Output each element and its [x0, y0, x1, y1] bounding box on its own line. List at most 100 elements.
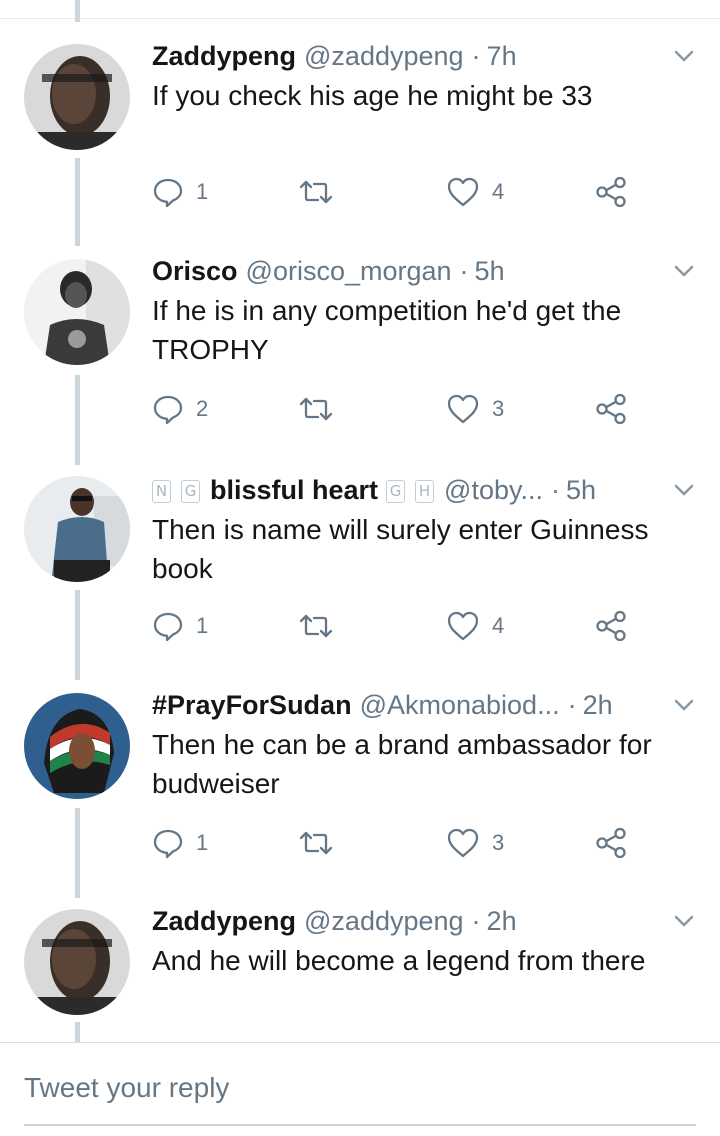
reply-input-placeholder[interactable]: Tweet your reply: [24, 1072, 229, 1104]
retweet-button[interactable]: [298, 823, 334, 863]
reply-count: 1: [196, 613, 209, 638]
retweet-button[interactable]: [298, 606, 334, 646]
avatar-photo: [24, 259, 130, 365]
display-name[interactable]: Zaddypeng: [152, 38, 296, 74]
username[interactable]: @zaddypeng: [304, 38, 464, 74]
reply-input-underline: [24, 1124, 696, 1126]
like-button[interactable]: 4: [446, 172, 504, 212]
share-button[interactable]: [594, 606, 628, 646]
avatar-photo: [24, 693, 130, 799]
display-name[interactable]: blissful heart: [210, 472, 378, 508]
timestamp[interactable]: 5h: [566, 472, 596, 508]
avatar-photo: [24, 44, 130, 150]
reply-button[interactable]: 1: [152, 823, 208, 863]
like-count: 4: [492, 613, 505, 638]
separator-dot: ·: [567, 690, 577, 720]
display-name[interactable]: #PrayForSudan: [152, 687, 352, 723]
retweet-button[interactable]: [298, 389, 334, 429]
name-badge: G: [386, 480, 406, 503]
display-name[interactable]: Orisco: [152, 253, 238, 289]
tweet-header: Orisco @orisco_morgan · 5h: [152, 253, 664, 289]
separator-dot: ·: [471, 41, 481, 71]
share-nodes-icon: [596, 393, 626, 425]
tweet-actions: 2 3: [152, 389, 642, 429]
name-badge: H: [415, 480, 435, 503]
heart-icon: [447, 611, 479, 641]
tweet-text: And he will become a legend from there: [152, 945, 646, 976]
tweet-text: Then he can be a brand ambassador for bu…: [152, 729, 652, 799]
heart-icon: [447, 828, 479, 858]
retweet-arrows-icon: [299, 831, 333, 855]
chevron-down-icon[interactable]: [670, 257, 698, 285]
display-name[interactable]: Zaddypeng: [152, 903, 296, 939]
timestamp[interactable]: 7h: [487, 38, 517, 74]
tweet[interactable]: Zaddypeng @zaddypeng · 7h If you check h…: [0, 38, 720, 218]
retweet-button[interactable]: [298, 172, 334, 212]
timestamp[interactable]: 5h: [475, 253, 505, 289]
heart-icon: [447, 177, 479, 207]
reply-button[interactable]: 1: [152, 606, 208, 646]
retweet-arrows-icon: [299, 397, 333, 421]
share-nodes-icon: [596, 610, 626, 642]
tweet-actions: 1 3: [152, 823, 642, 863]
speech-bubble-icon: [153, 829, 183, 859]
avatar[interactable]: [24, 44, 130, 150]
avatar-photo: [24, 476, 130, 582]
tweet[interactable]: Orisco @orisco_morgan · 5h If he is in a…: [0, 253, 720, 433]
username[interactable]: @orisco_morgan: [246, 253, 452, 289]
avatar[interactable]: [24, 693, 130, 799]
share-nodes-icon: [596, 176, 626, 208]
name-badge: G: [181, 480, 200, 503]
avatar[interactable]: [24, 259, 130, 365]
timestamp[interactable]: 2h: [583, 687, 613, 723]
username[interactable]: @Akmonabiod...: [360, 687, 560, 723]
tweet-text: Then is name will surely enter Guinness …: [152, 514, 649, 584]
avatar[interactable]: [24, 909, 130, 1015]
tweet-actions: 1 4: [152, 172, 642, 212]
thread-line: [75, 0, 80, 22]
share-button[interactable]: [594, 823, 628, 863]
separator-dot: ·: [459, 256, 469, 286]
share-button[interactable]: [594, 389, 628, 429]
tweet-header: Zaddypeng @zaddypeng · 7h: [152, 38, 664, 74]
chevron-down-icon[interactable]: [670, 691, 698, 719]
like-count: 3: [492, 830, 505, 855]
reply-button[interactable]: 2: [152, 389, 208, 429]
tweet-text: If he is in any competition he'd get the…: [152, 295, 622, 365]
timestamp[interactable]: 2h: [487, 903, 517, 939]
retweet-arrows-icon: [299, 180, 333, 204]
speech-bubble-icon: [153, 178, 183, 208]
tweet[interactable]: Zaddypeng @zaddypeng · 2h And he will be…: [0, 903, 720, 1033]
avatar-photo: [24, 909, 130, 1015]
like-button[interactable]: 4: [446, 606, 504, 646]
like-count: 3: [492, 396, 505, 421]
composer-divider: [0, 1042, 720, 1043]
chevron-down-icon[interactable]: [670, 907, 698, 935]
reply-composer[interactable]: Tweet your reply: [24, 1064, 696, 1126]
username[interactable]: @zaddypeng: [304, 903, 464, 939]
share-button[interactable]: [594, 172, 628, 212]
tweet-header: N G blissful heart G H @toby... · 5h: [152, 472, 664, 508]
retweet-arrows-icon: [299, 614, 333, 638]
tweet[interactable]: N G blissful heart G H @toby... · 5h The…: [0, 472, 720, 652]
tweet-text: If you check his age he might be 33: [152, 80, 593, 111]
chevron-down-icon[interactable]: [670, 42, 698, 70]
reply-button[interactable]: 1: [152, 172, 208, 212]
separator-dot: ·: [551, 475, 560, 505]
reply-count: 2: [196, 396, 209, 421]
avatar[interactable]: [24, 476, 130, 582]
tweet[interactable]: #PrayForSudan @Akmonabiod... · 2h Then h…: [0, 687, 720, 867]
username[interactable]: @toby...: [444, 472, 543, 508]
top-divider: [0, 18, 720, 19]
separator-dot: ·: [471, 906, 481, 936]
speech-bubble-icon: [153, 395, 183, 425]
like-button[interactable]: 3: [446, 389, 504, 429]
reply-count: 1: [196, 830, 209, 855]
name-badge: N: [152, 480, 171, 503]
tweet-header: Zaddypeng @zaddypeng · 2h: [152, 903, 664, 939]
chevron-down-icon[interactable]: [670, 476, 698, 504]
like-button[interactable]: 3: [446, 823, 504, 863]
tweet-actions: 1 4: [152, 606, 642, 646]
reply-count: 1: [196, 179, 209, 204]
speech-bubble-icon: [153, 612, 183, 642]
